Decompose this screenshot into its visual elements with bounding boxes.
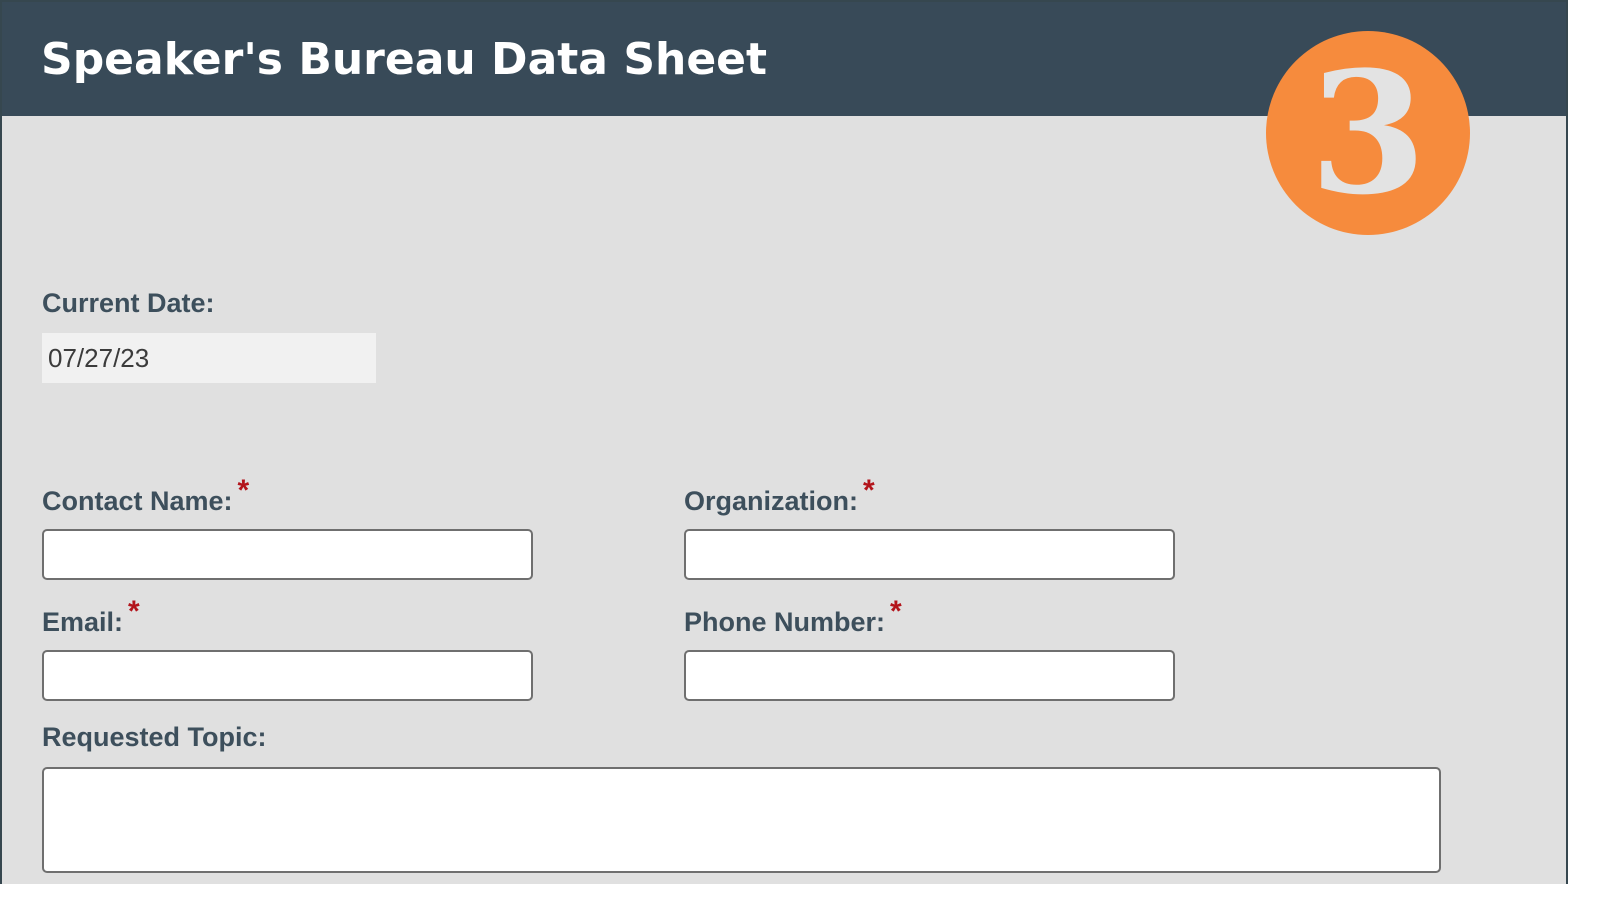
requested-topic-label-text: Requested Topic: bbox=[42, 722, 267, 752]
phone-number-label: Phone Number: * bbox=[684, 595, 902, 639]
current-date-label-text: Current Date: bbox=[42, 288, 215, 318]
requested-topic-textarea[interactable] bbox=[42, 767, 1441, 873]
required-asterisk: * bbox=[128, 595, 140, 628]
required-asterisk: * bbox=[890, 595, 902, 628]
page-title: Speaker's Bureau Data Sheet bbox=[41, 34, 768, 85]
organization-label: Organization: * bbox=[684, 474, 875, 518]
step-number-badge: 3 bbox=[1266, 31, 1470, 235]
phone-number-label-text: Phone Number: bbox=[684, 607, 886, 637]
current-date-field: 07/27/23 bbox=[42, 333, 376, 383]
organization-input[interactable] bbox=[684, 529, 1175, 580]
email-input[interactable] bbox=[42, 650, 533, 701]
step-number-digit: 3 bbox=[1309, 34, 1427, 232]
email-label-text: Email: bbox=[42, 607, 124, 637]
contact-name-label: Contact Name: * bbox=[42, 474, 249, 518]
current-date-label: Current Date: bbox=[42, 288, 215, 319]
form-page: Speaker's Bureau Data Sheet 3 Current Da… bbox=[0, 0, 1568, 884]
required-asterisk: * bbox=[863, 474, 875, 507]
contact-name-input[interactable] bbox=[42, 529, 533, 580]
contact-name-label-text: Contact Name: bbox=[42, 486, 233, 516]
requested-topic-label: Requested Topic: bbox=[42, 722, 267, 753]
email-label: Email: * bbox=[42, 595, 140, 639]
phone-number-input[interactable] bbox=[684, 650, 1175, 701]
organization-label-text: Organization: bbox=[684, 486, 858, 516]
required-asterisk: * bbox=[237, 474, 250, 507]
